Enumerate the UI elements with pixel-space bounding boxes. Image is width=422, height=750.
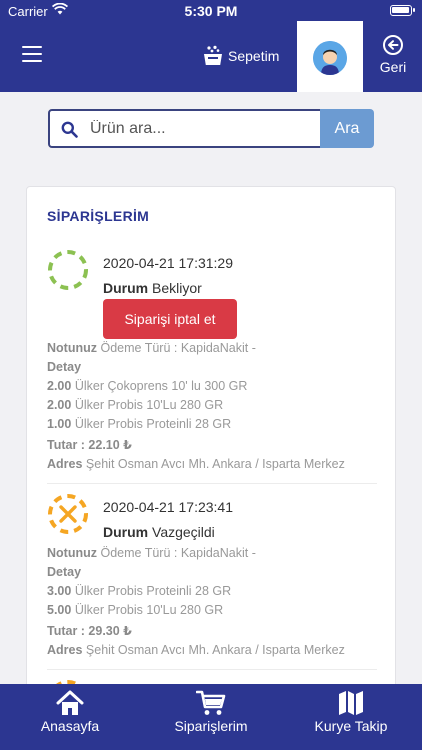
status-cancelled-icon: [48, 494, 88, 534]
item-name: Ülker Probis 10'Lu 280 GR: [74, 603, 224, 617]
item-qty: 3.00: [47, 584, 72, 598]
divider: [47, 669, 377, 670]
divider: [47, 483, 377, 484]
order-line-item: 3.00 Ülker Probis Proteinli 28 GR: [47, 584, 231, 598]
search-icon: [61, 121, 78, 138]
tab-orders-label: Siparişlerim: [174, 718, 248, 734]
item-name: Ülker Probis Proteinli 28 GR: [74, 417, 232, 431]
tab-courier-label: Kurye Takip: [314, 718, 388, 734]
note-label: Notunuz: [47, 341, 97, 355]
item-qty: 5.00: [47, 603, 72, 617]
cart-label: Sepetim: [228, 48, 280, 64]
address-label: Adres: [47, 643, 83, 657]
avatar: [313, 41, 347, 75]
back-label: Geri: [379, 59, 407, 75]
search-button[interactable]: Ara: [320, 109, 374, 148]
item-qty: 1.00: [47, 417, 72, 431]
detail-label: Detay: [47, 565, 82, 579]
order-line-item: 2.00 Ülker Çokoprens 10' lu 300 GR: [47, 379, 247, 393]
search-input[interactable]: [90, 117, 314, 141]
profile-tab[interactable]: [297, 21, 363, 92]
address-label: Adres: [47, 457, 83, 471]
clock: 5:30 PM: [184, 3, 238, 19]
note-value: Ödeme Türü : KapidaNakit -: [100, 546, 256, 560]
status-label: Durum: [103, 280, 149, 296]
cancel-order-button[interactable]: Siparişi iptal et: [103, 299, 237, 339]
status-bar: Carrier 5:30 PM: [0, 0, 422, 22]
search-field: [48, 109, 322, 148]
order-total: Tutar : 29.30 ₺: [47, 624, 132, 638]
address-value: Şehit Osman Avcı Mh. Ankara / Isparta Me…: [85, 643, 345, 657]
orders-title: SİPARİŞLERİM: [47, 208, 150, 224]
item-name: Ülker Probis 10'Lu 280 GR: [74, 398, 224, 412]
status-label: Durum: [103, 524, 149, 540]
order-status: Durum Vazgeçildi: [103, 524, 215, 540]
order-date: 2020-04-21 17:23:41: [103, 499, 233, 515]
tab-home[interactable]: Anasayfa: [20, 684, 120, 750]
status-value: Bekliyor: [152, 280, 202, 296]
status-value: Vazgeçildi: [152, 524, 215, 540]
back-arrow-icon: [383, 35, 403, 55]
orders-card: SİPARİŞLERİM 2020-04-21 17:31:29 Durum B…: [26, 186, 396, 706]
bottom-tabbar: Anasayfa Siparişlerim Kurye Takip: [0, 684, 422, 750]
order-total: Tutar : 22.10 ₺: [47, 438, 132, 452]
order-date: 2020-04-21 17:31:29: [103, 255, 233, 271]
tab-home-label: Anasayfa: [40, 718, 100, 734]
menu-button[interactable]: [22, 46, 42, 62]
status-pending-icon: [48, 250, 88, 290]
order-note: Notunuz Ödeme Türü : KapidaNakit -: [47, 546, 256, 560]
tab-orders[interactable]: Siparişlerim: [161, 684, 261, 750]
order-line-item: 2.00 Ülker Probis 10'Lu 280 GR: [47, 398, 223, 412]
cart-link[interactable]: Sepetim: [203, 44, 279, 68]
address-value: Şehit Osman Avcı Mh. Ankara / Isparta Me…: [85, 457, 345, 471]
cart-icon: [196, 690, 226, 715]
home-icon: [56, 690, 84, 715]
app-header: Carrier 5:30 PM Sepetim Geri: [0, 0, 422, 92]
item-qty: 2.00: [47, 379, 72, 393]
item-name: Ülker Probis Proteinli 28 GR: [74, 584, 232, 598]
tab-courier[interactable]: Kurye Takip: [301, 684, 401, 750]
item-qty: 2.00: [47, 398, 72, 412]
order-address: Adres Şehit Osman Avcı Mh. Ankara / Ispa…: [47, 457, 345, 471]
user-avatar-icon: [313, 41, 347, 75]
map-icon: [339, 691, 363, 715]
battery-icon: [390, 5, 415, 16]
order-status: Durum Bekliyor: [103, 280, 202, 296]
basket-icon: [204, 45, 222, 65]
note-value: Ödeme Türü : KapidaNakit -: [100, 341, 256, 355]
detail-label: Detay: [47, 360, 82, 374]
order-line-item: 1.00 Ülker Probis Proteinli 28 GR: [47, 417, 231, 431]
note-label: Notunuz: [47, 546, 97, 560]
order-line-item: 5.00 Ülker Probis 10'Lu 280 GR: [47, 603, 223, 617]
order-note: Notunuz Ödeme Türü : KapidaNakit -: [47, 341, 256, 355]
back-button[interactable]: Geri: [364, 34, 422, 84]
item-name: Ülker Çokoprens 10' lu 300 GR: [74, 379, 248, 393]
search-bar: Ara: [48, 109, 374, 148]
order-address: Adres Şehit Osman Avcı Mh. Ankara / Ispa…: [47, 643, 345, 657]
